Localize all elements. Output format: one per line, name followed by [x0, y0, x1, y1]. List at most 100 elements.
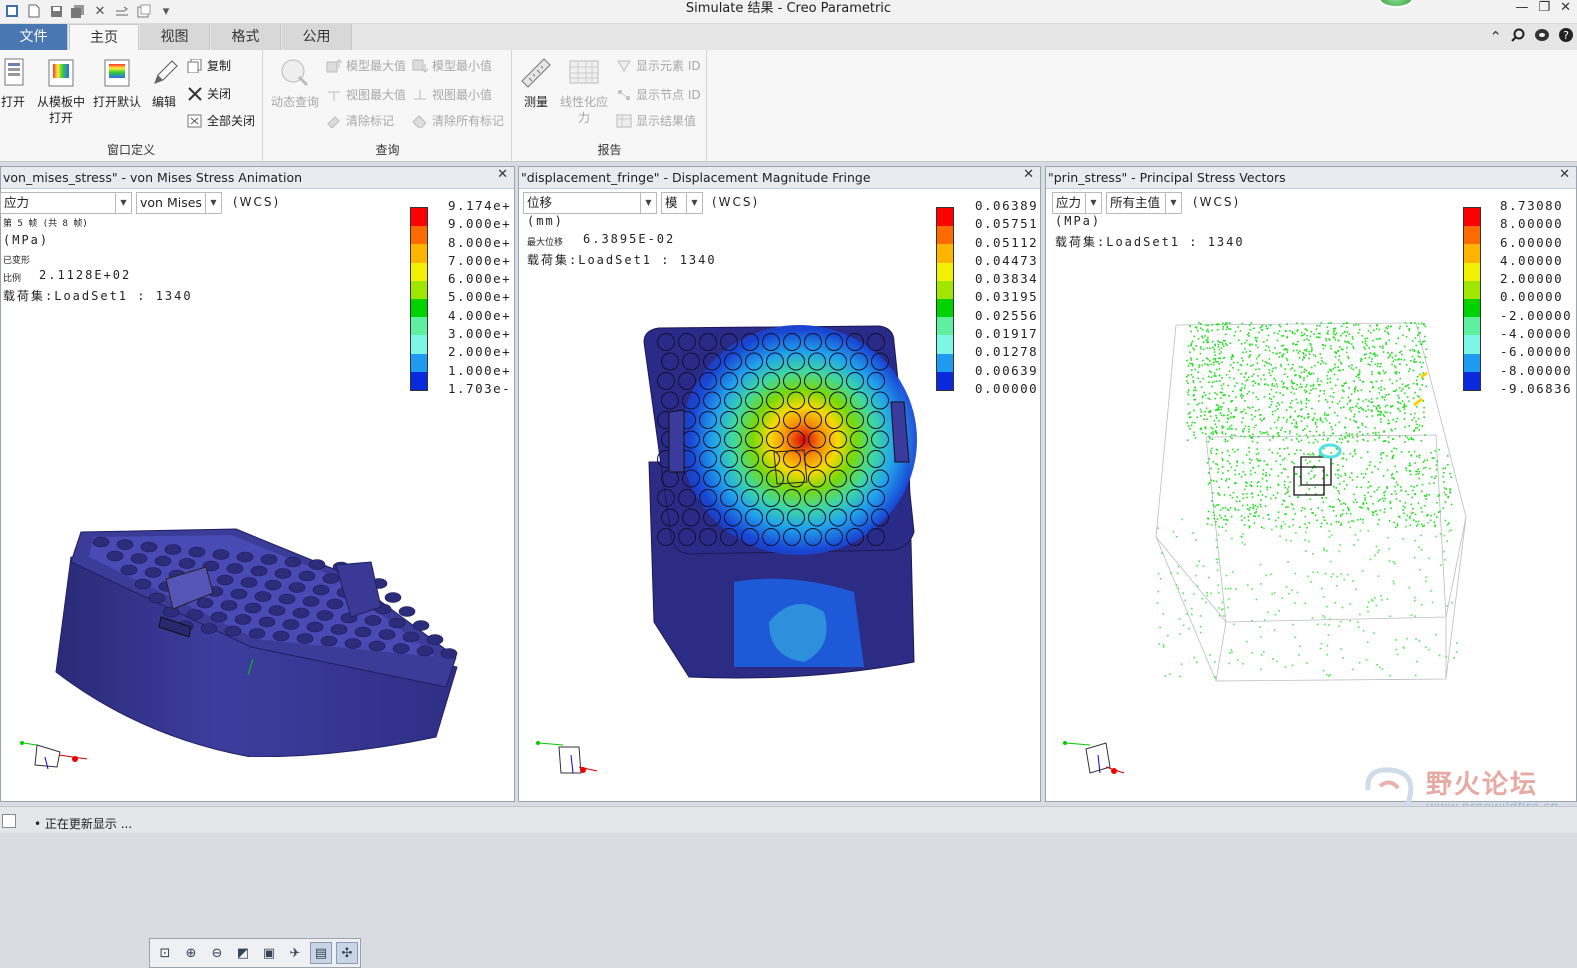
- stress-vector-dot: [1335, 487, 1337, 489]
- stress-vector-dot: [1333, 330, 1335, 333]
- stress-vector-dot: [1417, 520, 1420, 523]
- open-button[interactable]: 打开: [0, 56, 26, 110]
- stress-vector-dot: [1406, 325, 1408, 328]
- close-icon[interactable]: ✕: [1560, 0, 1571, 15]
- stress-vector-dot: [1395, 371, 1398, 373]
- stress-vector-dot: [1284, 329, 1287, 332]
- stress-vector-dot: [1264, 474, 1267, 477]
- show-result-table-button[interactable]: 显示结果值: [616, 112, 696, 129]
- displacement-model-view[interactable]: [629, 322, 939, 687]
- component-select[interactable]: 模 ▼: [661, 192, 703, 214]
- refit-icon[interactable]: ⊡: [154, 942, 176, 964]
- von-mises-panel[interactable]: von_mises_stress" - von Mises Stress Ani…: [0, 166, 515, 968]
- panel-close-icon[interactable]: ✕: [497, 167, 508, 182]
- stress-vector-dot: [1418, 477, 1421, 480]
- stress-vector-dot: [1217, 558, 1219, 560]
- community-icon[interactable]: [1534, 28, 1550, 46]
- stress-vector-dot: [1353, 544, 1355, 546]
- lid-hole: [220, 600, 238, 611]
- datum-display-icon[interactable]: ✣: [336, 942, 358, 964]
- maximize-icon[interactable]: ❐: [1538, 0, 1550, 15]
- model-max-button[interactable]: 模型最大值: [326, 57, 406, 74]
- scale-value: 2.1128E+02: [39, 268, 132, 282]
- principal-stress-model-view[interactable]: [1146, 317, 1476, 692]
- clear-all-marks-button[interactable]: 清除所有标记: [412, 112, 504, 130]
- stress-vector-dot: [1418, 373, 1421, 376]
- minimize-icon[interactable]: —: [1515, 0, 1528, 15]
- open-from-template-button[interactable]: 从模板中 打开: [34, 56, 88, 126]
- panel-close-icon[interactable]: ✕: [1559, 167, 1570, 182]
- stress-vector-dot: [1330, 575, 1333, 578]
- display-style-icon[interactable]: ▤: [310, 942, 332, 964]
- tab-file[interactable]: 文件: [0, 24, 68, 50]
- show-element-id-button[interactable]: 显示元素 ID: [616, 57, 701, 74]
- repaint-icon[interactable]: ◩: [232, 942, 254, 964]
- show-node-id-button[interactable]: 显示节点 ID: [616, 86, 701, 103]
- collapse-ribbon-icon[interactable]: ⌃: [1489, 28, 1502, 46]
- stress-vector-dot: [1217, 346, 1220, 348]
- close-button[interactable]: 关闭: [187, 85, 231, 102]
- panel-close-icon[interactable]: ✕: [1023, 167, 1034, 182]
- status-toggle[interactable]: [2, 814, 16, 828]
- stress-vector-dot: [1221, 343, 1224, 345]
- stress-vector-dot: [1416, 660, 1418, 663]
- stress-vector-dot: [1418, 546, 1420, 548]
- stress-vector-dot: [1389, 325, 1392, 328]
- component-select[interactable]: von Mises ▼: [136, 192, 222, 214]
- legend-swatch: [937, 317, 953, 336]
- stress-vector-dot: [1388, 547, 1390, 550]
- model-min-button[interactable]: 模型最小值: [412, 57, 492, 74]
- stress-vector-dot: [1187, 382, 1189, 385]
- zoom-out-icon[interactable]: ⊖: [206, 942, 228, 964]
- stress-vector-dot: [1235, 407, 1238, 409]
- edit-button[interactable]: 编辑: [148, 56, 180, 110]
- stress-vector-dot: [1348, 509, 1350, 512]
- lid-hole: [226, 563, 244, 574]
- stress-vector-dot: [1314, 364, 1316, 367]
- quantity-select[interactable]: 应力 ▼: [0, 192, 132, 214]
- stress-vector-dot: [1221, 425, 1223, 428]
- saved-views-icon[interactable]: ▣: [258, 942, 280, 964]
- stress-vector-dot: [1223, 494, 1226, 496]
- stress-vector-dot: [1199, 625, 1202, 628]
- measure-button[interactable]: 测量: [519, 56, 553, 110]
- stress-vector-dot: [1345, 382, 1347, 384]
- stress-vector-dot: [1181, 518, 1184, 521]
- stress-vector-dot: [1195, 327, 1198, 329]
- zoom-in-icon[interactable]: ⊕: [180, 942, 202, 964]
- search-icon[interactable]: [1511, 28, 1525, 46]
- open-default-button[interactable]: 打开默认: [91, 56, 143, 110]
- stress-vector-dot: [1405, 363, 1408, 366]
- copy-button[interactable]: 复制: [187, 57, 231, 74]
- tab-view[interactable]: 视图: [140, 24, 210, 50]
- tab-home[interactable]: 主页: [69, 24, 139, 51]
- view-max-button[interactable]: 视图最大值: [326, 86, 406, 103]
- tab-format[interactable]: 格式: [211, 24, 281, 50]
- principal-stress-panel[interactable]: "prin_stress" - Principal Stress Vectors…: [1045, 166, 1577, 802]
- stress-vector-dot: [1232, 355, 1234, 358]
- linearize-stress-button[interactable]: 线性化应 力: [557, 56, 611, 126]
- lid-hole: [130, 553, 148, 564]
- stress-vector-dot: [1190, 369, 1193, 371]
- stress-vector-dot: [1438, 654, 1441, 657]
- quantity-select[interactable]: 应力 ▼: [1052, 192, 1102, 214]
- view-min-button[interactable]: 视图最小值: [412, 86, 492, 103]
- stress-vector-dot: [1379, 373, 1381, 375]
- dynamic-query-button[interactable]: 动态查询: [268, 56, 322, 110]
- quantity-select[interactable]: 位移 ▼: [523, 192, 657, 214]
- stress-model-view[interactable]: [41, 357, 471, 757]
- help-icon[interactable]: ?: [1559, 28, 1573, 46]
- stress-vector-dot: [1354, 448, 1356, 451]
- tab-tools[interactable]: 公用: [282, 24, 352, 50]
- stress-vector-dot: [1190, 342, 1193, 344]
- clear-marks-button[interactable]: 清除标记: [326, 112, 394, 129]
- stress-vector-dot: [1246, 496, 1248, 499]
- stress-vector-dot: [1313, 353, 1315, 356]
- stress-vector-dot: [1325, 419, 1328, 422]
- spin-center-icon[interactable]: ✈: [284, 942, 306, 964]
- close-all-button[interactable]: 全部关闭: [187, 112, 255, 129]
- stress-vector-dot: [1255, 368, 1257, 371]
- stress-vector-dot: [1346, 326, 1348, 329]
- displacement-panel[interactable]: "displacement_fringe" - Displacement Mag…: [518, 166, 1041, 802]
- component-select[interactable]: 所有主值 ▼: [1106, 192, 1182, 214]
